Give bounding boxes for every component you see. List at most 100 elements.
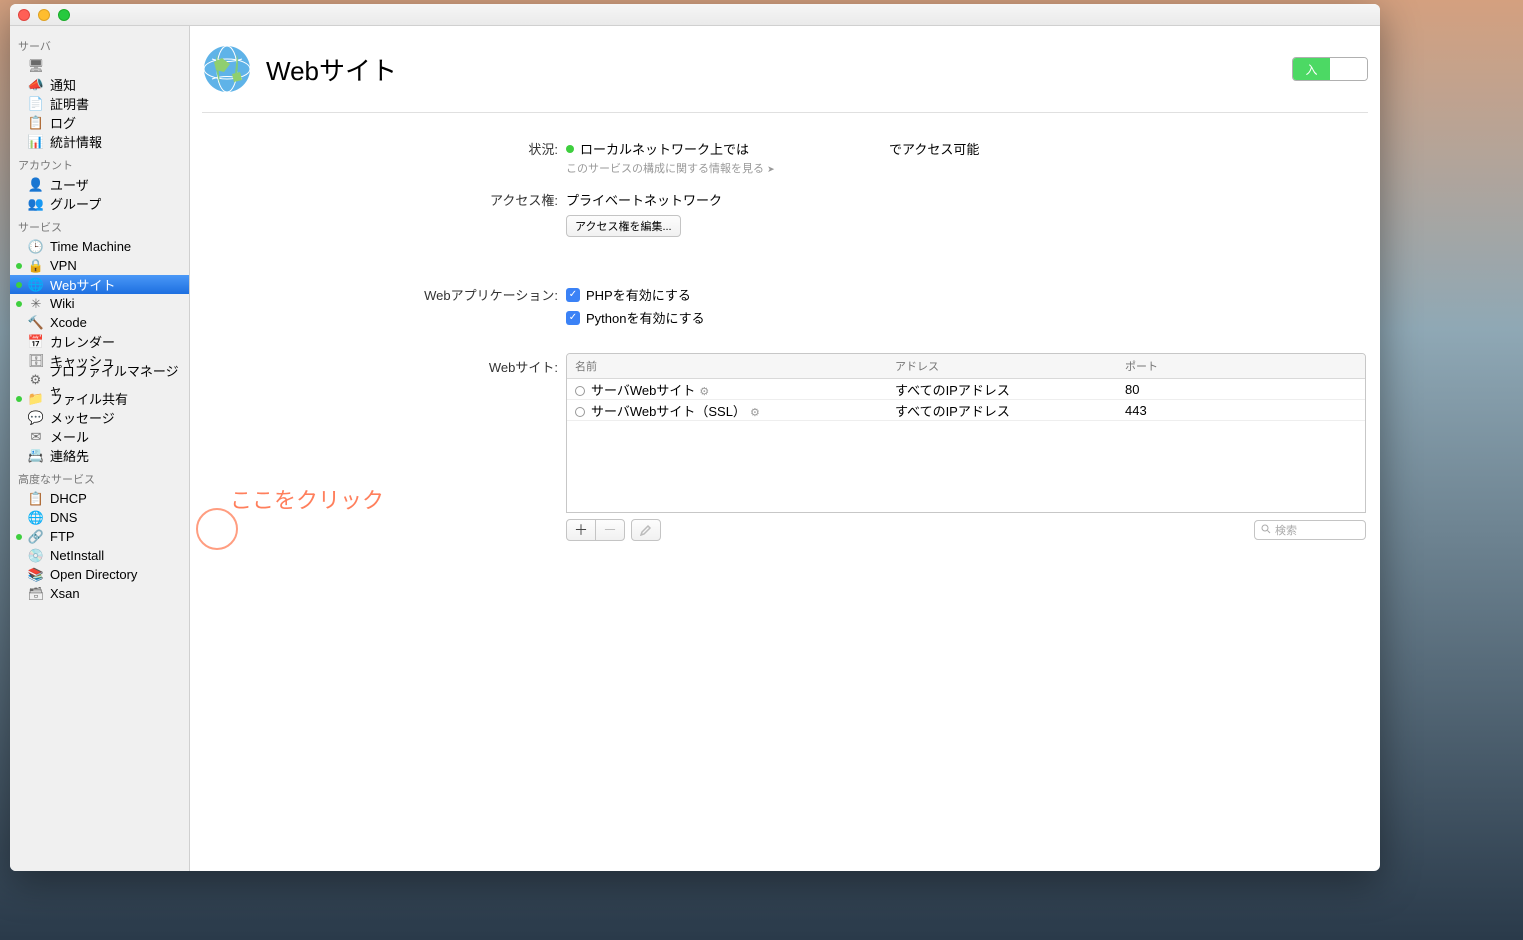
websites-label: Webサイト: <box>202 353 566 376</box>
sidebar-item-dhcp[interactable]: 📋DHCP <box>10 489 189 508</box>
sidebar-item-xcode[interactable]: 🔨 Xcode <box>10 313 189 332</box>
toggle-on-label: 入 <box>1293 58 1330 80</box>
status-dot-icon <box>16 263 22 269</box>
column-address[interactable]: アドレス <box>887 354 1117 378</box>
sidebar-item-xsan[interactable]: 🗃 Xsan <box>10 584 189 603</box>
sidebar-item-msg[interactable]: 💬メッセージ <box>10 408 189 427</box>
search-input[interactable]: 検索 <box>1254 520 1366 540</box>
sidebar-item-cal[interactable]: 📅 カレンダー <box>10 332 189 351</box>
search-icon <box>1261 524 1271 537</box>
section-header: 高度なサービス <box>10 465 189 489</box>
section-header: サービス <box>10 213 189 237</box>
cache-icon: 🗄 <box>28 353 44 369</box>
sidebar-item-cert[interactable]: 📄証明書 <box>10 94 189 113</box>
radio-icon[interactable] <box>575 407 585 417</box>
sidebar-item-netinstall[interactable]: 💿NetInstall <box>10 546 189 565</box>
maximize-button[interactable] <box>58 9 70 21</box>
display-icon: 🖥 <box>28 58 44 74</box>
status-dot-icon <box>16 534 22 540</box>
traffic-lights <box>18 9 70 21</box>
sidebar-item-contacts[interactable]: 📇連絡先 <box>10 446 189 465</box>
sidebar-item-group[interactable]: 👥グループ <box>10 194 189 213</box>
sidebar-item-label: FTP <box>50 529 75 544</box>
sidebar-item-server-machine[interactable]: 🖥 <box>10 56 189 75</box>
python-checkbox[interactable]: ✓ <box>566 311 580 325</box>
window-body: サーバ 🖥 📣通知📄証明書📋ログ📊統計情報 アカウント 👤ユーザ👥グループ サー… <box>10 26 1380 871</box>
sidebar-item-log[interactable]: 📋ログ <box>10 113 189 132</box>
status-dot-icon <box>16 396 22 402</box>
sidebar-item-label: ログ <box>50 113 76 132</box>
service-toggle[interactable]: 入 <box>1292 57 1368 81</box>
radio-icon[interactable] <box>575 386 585 396</box>
sidebar-item-mail[interactable]: ✉ メール <box>10 427 189 446</box>
cert-icon: 📄 <box>28 96 44 112</box>
sidebar-item-ftp[interactable]: 🔗 FTP <box>10 527 189 546</box>
settings-rows: 状況: ローカルネットワーク上では でアクセス可能 このサービスの構成に関する情… <box>202 113 1368 551</box>
sidebar-item-globe[interactable]: 🌐Webサイト <box>10 275 189 294</box>
gear-icon[interactable]: ⚙ <box>750 407 760 419</box>
sidebar-item-label: Time Machine <box>50 239 131 254</box>
webapp-label: Webアプリケーション: <box>202 285 566 304</box>
sidebar-item-fileshare[interactable]: 📁ファイル共有 <box>10 389 189 408</box>
tm-icon: 🕒 <box>28 239 44 255</box>
profile-icon: ⚙ <box>28 372 43 388</box>
megaphone-icon: 📣 <box>28 77 44 93</box>
add-button[interactable]: ＋ <box>566 519 596 541</box>
sidebar-item-label: Open Directory <box>50 567 137 582</box>
edit-button[interactable] <box>631 519 661 541</box>
globe-icon: 🌐 <box>28 277 44 293</box>
sidebar-item-label: Xsan <box>50 586 80 601</box>
php-checkbox[interactable]: ✓ <box>566 288 580 302</box>
sidebar-item-tm[interactable]: 🕒 Time Machine <box>10 237 189 256</box>
status-indicator-icon <box>566 145 574 153</box>
config-info-link[interactable]: このサービスの構成に関する情報を見る ➤ <box>566 160 1368 176</box>
table-row[interactable]: サーバWebサイト（SSL）⚙すべてのIPアドレス443 <box>567 400 1365 421</box>
titlebar[interactable] <box>10 4 1380 26</box>
stats-icon: 📊 <box>28 134 44 150</box>
sidebar-item-label: 統計情報 <box>50 132 102 151</box>
msg-icon: 💬 <box>28 410 44 426</box>
edit-access-button[interactable]: アクセス権を編集... <box>566 215 681 237</box>
section-header: アカウント <box>10 151 189 175</box>
access-value: プライベートネットワーク <box>566 190 1368 209</box>
status-text-2: でアクセス可能 <box>889 139 979 158</box>
sidebar-item-wiki[interactable]: ✳Wiki <box>10 294 189 313</box>
sidebar-item-od[interactable]: 📚Open Directory <box>10 565 189 584</box>
ftp-icon: 🔗 <box>28 529 44 545</box>
column-name[interactable]: 名前 <box>567 354 887 378</box>
lock-icon: 🔒 <box>28 258 44 274</box>
xsan-icon: 🗃 <box>28 586 44 602</box>
wiki-icon: ✳ <box>28 296 44 312</box>
mail-icon: ✉ <box>28 429 44 445</box>
sidebar-item-lock[interactable]: 🔒 VPN <box>10 256 189 275</box>
toggle-off <box>1330 58 1367 80</box>
status-dot-icon <box>16 282 22 288</box>
cal-icon: 📅 <box>28 334 44 350</box>
content-header: Webサイト 入 <box>202 44 1368 113</box>
sidebar-item-dns[interactable]: 🌐DNS <box>10 508 189 527</box>
status-dot-icon <box>16 301 22 307</box>
sidebar-item-user[interactable]: 👤ユーザ <box>10 175 189 194</box>
sidebar-item-label: カレンダー <box>50 332 115 351</box>
close-button[interactable] <box>18 9 30 21</box>
sidebar-item-profile[interactable]: ⚙プロファイルマネージャ <box>10 370 189 389</box>
sidebar-item-label: 通知 <box>50 75 76 94</box>
xcode-icon: 🔨 <box>28 315 44 331</box>
globe-icon <box>202 44 252 94</box>
sidebar-item-label: VPN <box>50 258 77 273</box>
annotation-text: ここをクリック <box>230 483 384 515</box>
php-label: PHPを有効にする <box>586 285 691 304</box>
sidebar-item-label: Xcode <box>50 315 87 330</box>
minimize-button[interactable] <box>38 9 50 21</box>
remove-button[interactable]: － <box>595 519 625 541</box>
sidebar-item-stats[interactable]: 📊 統計情報 <box>10 132 189 151</box>
cell-port: 80 <box>1117 378 1365 401</box>
group-icon: 👥 <box>28 196 44 212</box>
column-port[interactable]: ポート <box>1117 354 1365 378</box>
websites-table: 名前 アドレス ポート サーバWebサイト⚙すべてのIPアドレス80サーバWeb… <box>566 353 1366 513</box>
sidebar-item-megaphone[interactable]: 📣 通知 <box>10 75 189 94</box>
sidebar-item-label: メール <box>50 427 89 446</box>
sidebar-item-label: ファイル共有 <box>50 389 128 408</box>
python-label: Pythonを有効にする <box>586 308 705 327</box>
status-label: 状況: <box>202 139 566 158</box>
